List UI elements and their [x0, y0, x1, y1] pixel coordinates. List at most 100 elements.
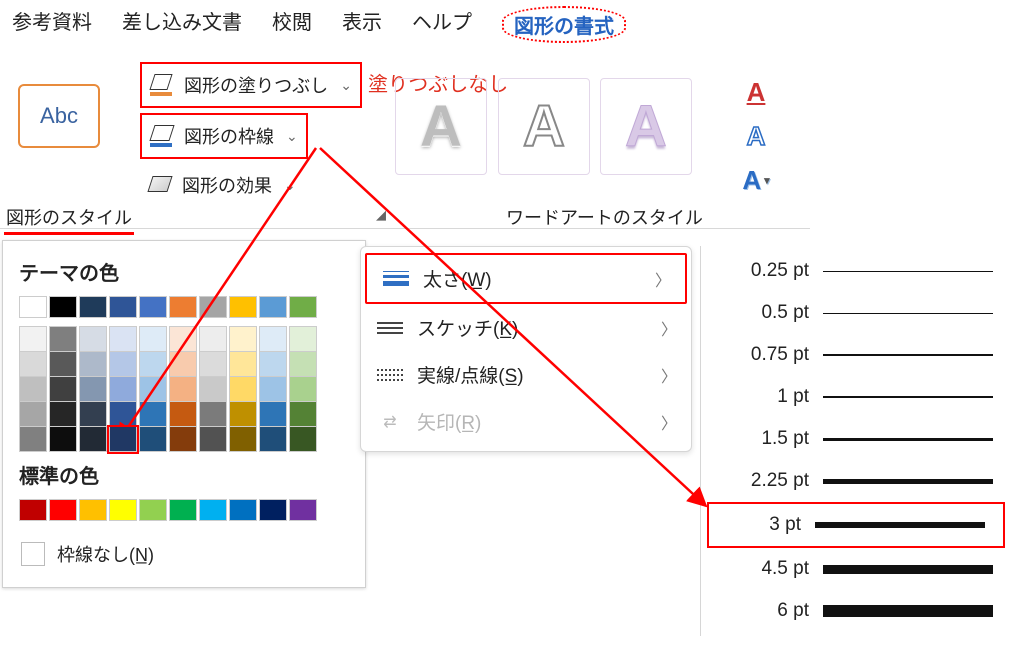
color-swatch[interactable]: [169, 499, 197, 521]
color-swatch[interactable]: [169, 377, 197, 402]
color-swatch[interactable]: [79, 296, 107, 318]
color-swatch[interactable]: [19, 427, 47, 452]
color-swatch[interactable]: [49, 352, 77, 377]
wordart-style-2[interactable]: A: [498, 78, 590, 175]
text-fill-button[interactable]: A: [734, 74, 778, 110]
color-swatch[interactable]: [229, 377, 257, 402]
color-swatch[interactable]: [229, 499, 257, 521]
color-swatch[interactable]: [259, 352, 287, 377]
weight-option[interactable]: 6 pt: [701, 590, 1011, 632]
color-swatch[interactable]: [289, 352, 317, 377]
color-swatch[interactable]: [289, 427, 317, 452]
color-swatch[interactable]: [79, 402, 107, 427]
color-swatch[interactable]: [259, 296, 287, 318]
weight-option[interactable]: 0.75 pt: [701, 334, 1011, 376]
color-swatch[interactable]: [199, 296, 227, 318]
wordart-style-3[interactable]: A: [600, 78, 692, 175]
color-swatch[interactable]: [139, 402, 167, 427]
color-swatch[interactable]: [259, 427, 287, 452]
shape-fill-button[interactable]: 図形の塗りつぶし ⌄: [140, 62, 362, 108]
weight-option[interactable]: 2.25 pt: [701, 460, 1011, 502]
color-swatch[interactable]: [229, 427, 257, 452]
color-swatch[interactable]: [259, 402, 287, 427]
color-swatch[interactable]: [259, 377, 287, 402]
color-swatch[interactable]: [109, 499, 137, 521]
color-swatch[interactable]: [79, 326, 107, 352]
color-swatch[interactable]: [199, 402, 227, 427]
color-swatch[interactable]: [229, 402, 257, 427]
color-swatch[interactable]: [169, 402, 197, 427]
color-swatch[interactable]: [169, 352, 197, 377]
text-effects-button[interactable]: A▾: [734, 162, 778, 198]
color-swatch[interactable]: [49, 402, 77, 427]
color-swatch[interactable]: [199, 352, 227, 377]
color-swatch[interactable]: [79, 499, 107, 521]
color-swatch[interactable]: [79, 427, 107, 452]
color-swatch[interactable]: [289, 326, 317, 352]
weight-option[interactable]: 0.5 pt: [701, 292, 1011, 334]
color-swatch[interactable]: [139, 499, 167, 521]
tab-review[interactable]: 校閲: [272, 6, 312, 43]
color-swatch[interactable]: [289, 296, 317, 318]
color-swatch[interactable]: [49, 296, 77, 318]
menu-weight[interactable]: 太さ(W̲) 〉: [365, 253, 687, 304]
weight-option[interactable]: 3 pt: [707, 502, 1005, 548]
color-swatch[interactable]: [49, 499, 77, 521]
color-swatch[interactable]: [139, 427, 167, 452]
color-swatch[interactable]: [169, 296, 197, 318]
color-swatch[interactable]: [169, 427, 197, 452]
menu-sketch[interactable]: スケッチ(K̲) 〉: [361, 304, 691, 351]
text-outline-button[interactable]: A: [734, 118, 778, 154]
color-swatch[interactable]: [79, 352, 107, 377]
color-swatch[interactable]: [259, 499, 287, 521]
tab-mailmerge[interactable]: 差し込み文書: [122, 6, 242, 43]
color-swatch[interactable]: [229, 352, 257, 377]
tab-view[interactable]: 表示: [342, 6, 382, 43]
color-swatch[interactable]: [79, 377, 107, 402]
color-swatch[interactable]: [139, 377, 167, 402]
shape-effects-button[interactable]: 図形の効果 ⌄: [140, 164, 304, 206]
weight-option[interactable]: 1.5 pt: [701, 418, 1011, 460]
color-swatch[interactable]: [19, 326, 47, 352]
no-outline-option[interactable]: 枠線なし(N̲): [19, 535, 349, 573]
color-swatch[interactable]: [109, 402, 137, 427]
menu-dash[interactable]: 実線/点線(S̲) 〉: [361, 351, 691, 398]
shape-style-preview[interactable]: Abc: [18, 84, 100, 148]
color-swatch[interactable]: [259, 326, 287, 352]
wordart-style-1[interactable]: A: [395, 78, 487, 175]
color-swatch[interactable]: [229, 326, 257, 352]
color-swatch[interactable]: [49, 427, 77, 452]
color-swatch[interactable]: [109, 377, 137, 402]
tab-shape-format[interactable]: 図形の書式: [502, 6, 626, 43]
color-swatch[interactable]: [199, 326, 227, 352]
tab-reference[interactable]: 参考資料: [12, 6, 92, 43]
color-swatch[interactable]: [19, 499, 47, 521]
color-swatch[interactable]: [109, 326, 137, 352]
color-swatch[interactable]: [19, 377, 47, 402]
color-swatch[interactable]: [139, 352, 167, 377]
color-swatch[interactable]: [199, 427, 227, 452]
color-swatch[interactable]: [109, 427, 137, 452]
color-swatch[interactable]: [229, 296, 257, 318]
color-swatch[interactable]: [19, 402, 47, 427]
color-swatch[interactable]: [199, 377, 227, 402]
color-swatch[interactable]: [109, 352, 137, 377]
color-swatch[interactable]: [49, 326, 77, 352]
color-swatch[interactable]: [169, 326, 197, 352]
tab-help[interactable]: ヘルプ: [412, 6, 472, 43]
color-swatch[interactable]: [289, 402, 317, 427]
dialog-launcher-icon[interactable]: ◢: [376, 207, 386, 223]
color-swatch[interactable]: [109, 296, 137, 318]
weight-option[interactable]: 1 pt: [701, 376, 1011, 418]
color-swatch[interactable]: [139, 326, 167, 352]
color-swatch[interactable]: [19, 352, 47, 377]
weight-option[interactable]: 4.5 pt: [701, 548, 1011, 590]
color-swatch[interactable]: [49, 377, 77, 402]
shape-outline-button[interactable]: 図形の枠線 ⌄: [140, 113, 308, 159]
color-swatch[interactable]: [289, 377, 317, 402]
color-swatch[interactable]: [289, 499, 317, 521]
color-swatch[interactable]: [199, 499, 227, 521]
weight-option[interactable]: 0.25 pt: [701, 250, 1011, 292]
color-swatch[interactable]: [19, 296, 47, 318]
color-swatch[interactable]: [139, 296, 167, 318]
